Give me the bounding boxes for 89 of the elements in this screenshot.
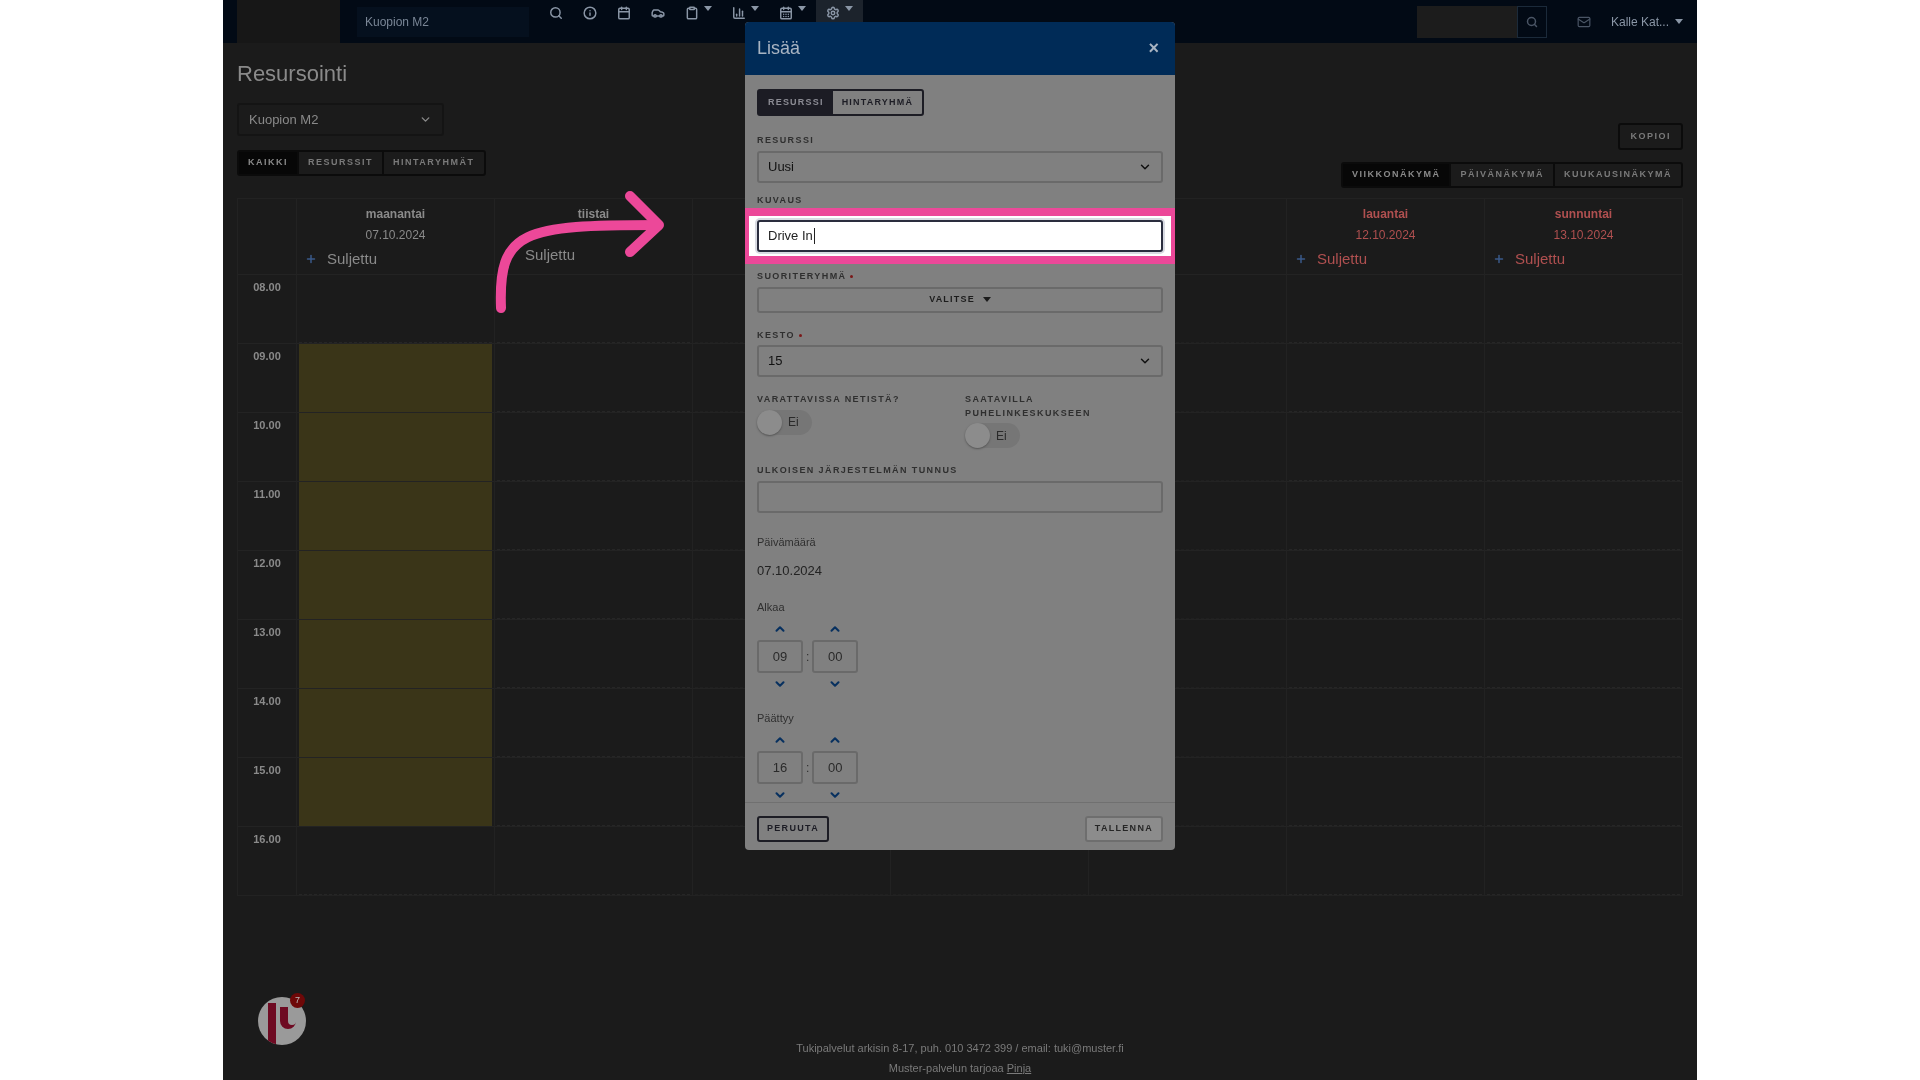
tab[interactable]: HINTARYHMÄT	[382, 152, 484, 174]
hour-label: 12.00	[253, 556, 281, 571]
add-icon[interactable]	[1295, 253, 1307, 266]
field-label: VARATTAVISSA NETISTÄ?	[757, 393, 900, 406]
location-select[interactable]: Kuopion M2	[237, 103, 444, 136]
field-label: KESTO	[757, 328, 795, 342]
clipboard-icon	[685, 6, 699, 20]
dialog-title: Lisää	[757, 37, 801, 60]
field-label: RESURSSI	[757, 134, 815, 147]
open-hours-slot[interactable]	[299, 758, 492, 826]
day-date: 12.10.2024	[1355, 227, 1416, 244]
tab[interactable]: RESURSSI	[759, 91, 833, 114]
bar-chart-icon	[732, 6, 746, 20]
day-status: Suljettu	[1515, 249, 1566, 269]
logo-icon	[268, 1003, 296, 1045]
toggle-switch[interactable]: Ei	[757, 409, 812, 435]
hour-label: 15.00	[253, 763, 281, 778]
toggle-switch[interactable]: Ei	[965, 423, 1020, 448]
open-hours-slot[interactable]	[299, 689, 492, 757]
gear-icon	[826, 6, 840, 20]
field-label: KUVAUS	[757, 193, 803, 207]
day-status: Suljettu	[525, 245, 576, 265]
copy-button[interactable]: KOPIOI	[1618, 123, 1683, 150]
field-label: Päättyy	[757, 712, 794, 724]
cancel-button[interactable]: PERUUTA	[757, 816, 829, 842]
provider-link[interactable]: Pinja	[1006, 1061, 1032, 1074]
hour-label: 16.00	[253, 832, 281, 847]
add-icon[interactable]	[305, 253, 317, 266]
resource-select[interactable]: Uusi	[757, 150, 1163, 183]
select-button[interactable]: VALITSE	[757, 286, 1163, 313]
user-menu[interactable]: Kalle Kat...	[1610, 12, 1683, 31]
caret-icon	[1675, 19, 1683, 24]
day-status: Suljettu	[1317, 249, 1368, 269]
time-field[interactable]: 16	[757, 751, 803, 784]
open-hours-slot[interactable]	[299, 551, 492, 619]
hour-label: 08.00	[253, 280, 281, 295]
field-label: ULKOISEN JÄRJESTELMÄN TUNNUS	[757, 464, 958, 477]
mail-icon[interactable]	[1576, 14, 1591, 29]
day-name: sunnuntai	[1554, 206, 1613, 223]
tab[interactable]: PÄIVÄNÄKYMÄ	[1449, 164, 1553, 186]
location-select[interactable]: Kuopion M2	[357, 6, 529, 37]
day-name: lauantai	[1362, 206, 1409, 223]
day-status: Suljettu	[327, 249, 378, 269]
open-hours-slot[interactable]	[299, 344, 492, 412]
duration-select[interactable]: 15	[757, 345, 1163, 377]
search-button[interactable]	[1516, 5, 1547, 38]
hour-label: 11.00	[253, 487, 281, 502]
search-field[interactable]	[1416, 5, 1517, 38]
time-field[interactable]: 00	[812, 640, 859, 673]
page-title: Resursointi	[237, 60, 349, 88]
field-label: Alkaa	[757, 601, 785, 613]
hour-label: 14.00	[253, 694, 281, 709]
search-icon	[549, 6, 563, 20]
support-text: Tukipalvelut arkisin 8-17, puh. 010 3472 399 / email: tuki@muster.fi	[796, 1041, 1124, 1056]
tab[interactable]: KAIKKI	[239, 152, 297, 174]
calendar-icon	[617, 6, 631, 20]
hour-label: 09.00	[253, 349, 281, 364]
search-icon	[1525, 15, 1538, 28]
notification-badge: 7	[290, 993, 305, 1008]
open-hours-slot[interactable]	[299, 413, 492, 481]
calendar-icon	[779, 6, 793, 20]
tab[interactable]: RESURSSIT	[297, 152, 382, 174]
tab[interactable]: VIIKKONÄKYMÄ	[1342, 164, 1450, 186]
day-name: tiistai	[577, 206, 610, 223]
field-label: SUORITERYHMÄ	[757, 270, 847, 283]
field-label: SAATAVILLA PUHELINKESKUKSEEN	[965, 393, 1092, 420]
date-value: 07.10.2024	[757, 561, 824, 580]
time-field[interactable]: 09	[757, 640, 803, 673]
time-field[interactable]: 00	[812, 751, 859, 784]
day-date: 07.10.2024	[365, 227, 426, 244]
close-button[interactable]: ×	[1144, 35, 1163, 62]
car-icon	[651, 6, 665, 20]
add-icon[interactable]	[1493, 253, 1505, 266]
open-hours-slot[interactable]	[299, 482, 492, 550]
description-field[interactable]: Drive In	[757, 220, 1163, 252]
tab[interactable]: HINTARYHMÄ	[832, 91, 923, 114]
hour-label: 13.00	[253, 625, 281, 640]
time-separator: :	[806, 648, 810, 666]
day-name: maanantai	[365, 206, 426, 223]
hour-label: 10.00	[253, 418, 281, 433]
provider-text: Muster-palvelun tarjoaa Pinja	[888, 1060, 1032, 1076]
day-date: 13.10.2024	[1553, 227, 1614, 244]
open-hours-slot[interactable]	[299, 620, 492, 688]
caret-icon	[982, 297, 991, 302]
field-label: Päivämäärä	[757, 535, 816, 548]
chat-launcher[interactable]	[258, 997, 306, 1045]
info-icon	[583, 6, 597, 20]
time-separator: :	[806, 759, 810, 777]
tab[interactable]: KUUKAUSINÄKYMÄ	[1553, 164, 1681, 186]
